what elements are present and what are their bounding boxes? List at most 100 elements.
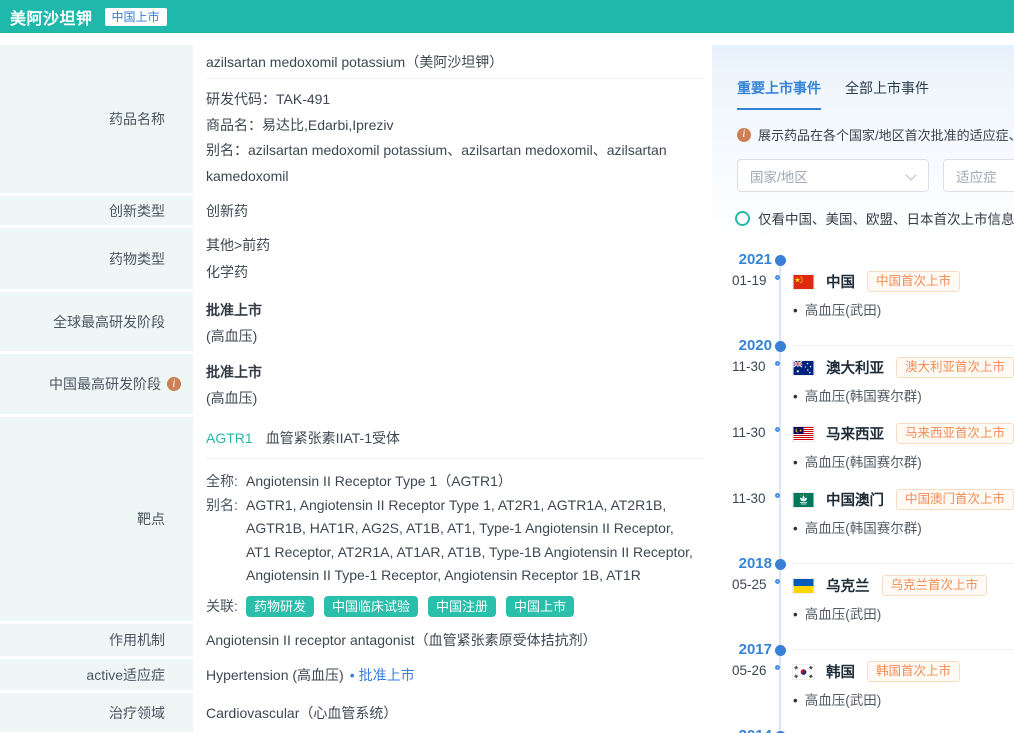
south-korea-flag-icon: [793, 665, 814, 679]
drug-title: 美阿沙坦钾: [10, 5, 93, 29]
timeline-year: 2021: [712, 251, 772, 269]
info-icon: [737, 128, 751, 142]
target-fullname-label: 全称:: [206, 470, 246, 494]
row-label: 药品名称: [0, 45, 193, 193]
timeline-year-group: 2017 05-26 韩国 韩国首次上市 高血压(武田): [712, 641, 1014, 710]
tab-important-launch-events[interactable]: 重要上市事件: [737, 78, 821, 110]
event-date: 11-30: [732, 359, 774, 374]
target-gene-link[interactable]: AGTR1: [206, 430, 253, 446]
event-filters: 国家/地区 适应症: [737, 159, 1014, 192]
event-marker-icon: [775, 275, 780, 280]
macau-flag-icon: [793, 493, 814, 507]
row-label: 中国最高研发阶段: [0, 354, 193, 414]
event-country: 中国澳门: [826, 489, 884, 510]
assoc-badge-cn-launch[interactable]: 中国上市: [506, 596, 574, 617]
drug-aliases: 别名：azilsartan medoxomil potassium、azilsa…: [206, 138, 705, 189]
malaysia-flag-icon: [793, 427, 814, 441]
indication-select[interactable]: 适应症: [943, 159, 1014, 192]
tab-all-launch-events[interactable]: 全部上市事件: [845, 78, 929, 110]
rd-code: 研发代码：TAK-491: [206, 87, 705, 113]
event-country: 澳大利亚: [826, 357, 884, 378]
event-indication: 高血压(武田): [793, 692, 1014, 710]
approved-launch-link[interactable]: 批准上市: [344, 665, 415, 685]
australia-flag-icon: [793, 361, 814, 375]
assoc-badge-cn-registration[interactable]: 中国注册: [428, 596, 496, 617]
timeline-year: 2020: [712, 337, 772, 355]
first-launch-badge: 澳大利亚首次上市: [896, 357, 1014, 378]
china-stage-value: 批准上市: [206, 359, 705, 385]
chevron-down-icon: [905, 169, 916, 180]
divider: [792, 563, 1014, 564]
drug-primary-name: azilsartan medoxomil potassium（美阿沙坦钾）: [206, 45, 705, 78]
event-date: 11-30: [732, 491, 774, 506]
global-stage-scope: (高血压): [206, 323, 705, 349]
china-stage-scope: (高血压): [206, 385, 705, 411]
first-launch-badge: 乌克兰首次上市: [882, 575, 988, 596]
year-dot-icon: [775, 559, 786, 570]
timeline-year-group: 2020 11-30 澳大利亚 澳大利亚首次上市 高血压(韩国赛尔群) 11-3…: [712, 337, 1014, 538]
timeline-year: 2014: [712, 727, 772, 733]
row-moa: 作用机制 Angiotensin II receptor antagonist（…: [0, 624, 705, 656]
launch-events-panel: 重要上市事件 全部上市事件 展示药品在各个国家/地区首次批准的适应症、 国家/地…: [712, 45, 1014, 733]
drug-type-value: 其他>前药: [206, 232, 705, 259]
row-innovation-type: 创新类型 创新药: [0, 196, 705, 225]
timeline-year: 2018: [712, 555, 772, 573]
event-date: 11-30: [732, 425, 774, 440]
timeline-event: 05-25 乌克兰 乌克兰首次上市 高血压(武田): [712, 575, 1014, 624]
event-country: 韩国: [826, 661, 855, 682]
row-active-indication: active适应症 Hypertension (高血压) 批准上市: [0, 659, 705, 690]
event-marker-icon: [775, 361, 780, 366]
row-target: 靶点 AGTR1 血管紧张素IIAT-1受体 全称: Angiotensin I…: [0, 417, 705, 621]
event-marker-icon: [775, 427, 780, 432]
year-dot-icon: [775, 341, 786, 352]
ukraine-flag-icon: [793, 579, 814, 593]
event-country: 乌克兰: [826, 575, 870, 596]
drug-type-value: 化学药: [206, 259, 705, 286]
china-flag-icon: [793, 275, 814, 289]
panel-info-note: 展示药品在各个国家/地区首次批准的适应症、: [737, 125, 1014, 144]
market-status-badge: 中国上市: [105, 8, 167, 26]
launch-timeline: 2021 01-19 中国 中国首次上市 高血压(武田) 2020: [712, 251, 1014, 733]
timeline-event: 05-26 韩国 韩国首次上市 高血压(武田): [712, 661, 1014, 710]
target-gene-name: 血管紧张素IIAT-1受体: [266, 428, 400, 448]
first-launch-badge: 中国澳门首次上市: [896, 489, 1014, 510]
event-indication: 高血压(武田): [793, 302, 1014, 320]
timeline-event: 11-30 马来西亚 马来西亚首次上市 高血压(韩国赛尔群): [712, 423, 1014, 472]
first-launch-badge: 韩国首次上市: [867, 661, 960, 682]
event-indication: 高血压(韩国赛尔群): [793, 520, 1014, 538]
event-indication: 高血压(韩国赛尔群): [793, 388, 1014, 406]
innovation-value: 创新药: [206, 196, 705, 225]
timeline-event: 11-30 中国澳门 中国澳门首次上市 高血压(韩国赛尔群): [712, 489, 1014, 538]
row-therapy-area: 治疗领域 Cardiovascular（心血管系统）: [0, 693, 705, 732]
assoc-badge-cn-trials[interactable]: 中国临床试验: [324, 596, 418, 617]
row-label: 全球最高研发阶段: [0, 292, 193, 351]
trade-names: 商品名：易达比,Edarbi,Ipreziv: [206, 113, 705, 139]
event-country: 中国: [826, 271, 855, 292]
radio-circle-icon[interactable]: [735, 211, 750, 226]
year-dot-icon: [775, 255, 786, 266]
event-marker-icon: [775, 579, 780, 584]
target-fullname-value: Angiotensin II Receptor Type 1（AGTR1）: [246, 470, 705, 494]
row-china-stage: 中国最高研发阶段 批准上市 (高血压): [0, 354, 705, 414]
divider: [792, 345, 1014, 346]
page-header: 美阿沙坦钾 中国上市: [0, 0, 1014, 33]
first-launch-badge: 中国首次上市: [867, 271, 960, 292]
event-indication: 高血压(武田): [793, 606, 1014, 624]
event-date: 05-25: [732, 577, 774, 592]
event-country: 马来西亚: [826, 423, 884, 444]
target-alias-value: AGTR1, Angiotensin II Receptor Type 1, A…: [246, 494, 705, 588]
row-label: 药物类型: [0, 228, 193, 289]
event-date: 05-26: [732, 663, 774, 678]
country-region-select[interactable]: 国家/地区: [737, 159, 929, 192]
active-indication-value: Hypertension (高血压): [206, 665, 344, 685]
timeline-year-group: 2018 05-25 乌克兰 乌克兰首次上市 高血压(武田): [712, 555, 1014, 624]
target-alias-label: 别名:: [206, 494, 246, 588]
info-icon[interactable]: [167, 377, 181, 391]
timeline-year: 2017: [712, 641, 772, 659]
only-major-markets-toggle[interactable]: 仅看中国、美国、欧盟、日本首次上市信息: [735, 208, 1014, 228]
therapy-area-value: Cardiovascular（心血管系统）: [206, 693, 705, 732]
year-dot-icon: [775, 645, 786, 656]
row-drug-name: 药品名称 azilsartan medoxomil potassium（美阿沙坦…: [0, 45, 705, 193]
event-date: 01-19: [732, 273, 774, 288]
assoc-badge-drug-rd[interactable]: 药物研发: [246, 596, 314, 617]
